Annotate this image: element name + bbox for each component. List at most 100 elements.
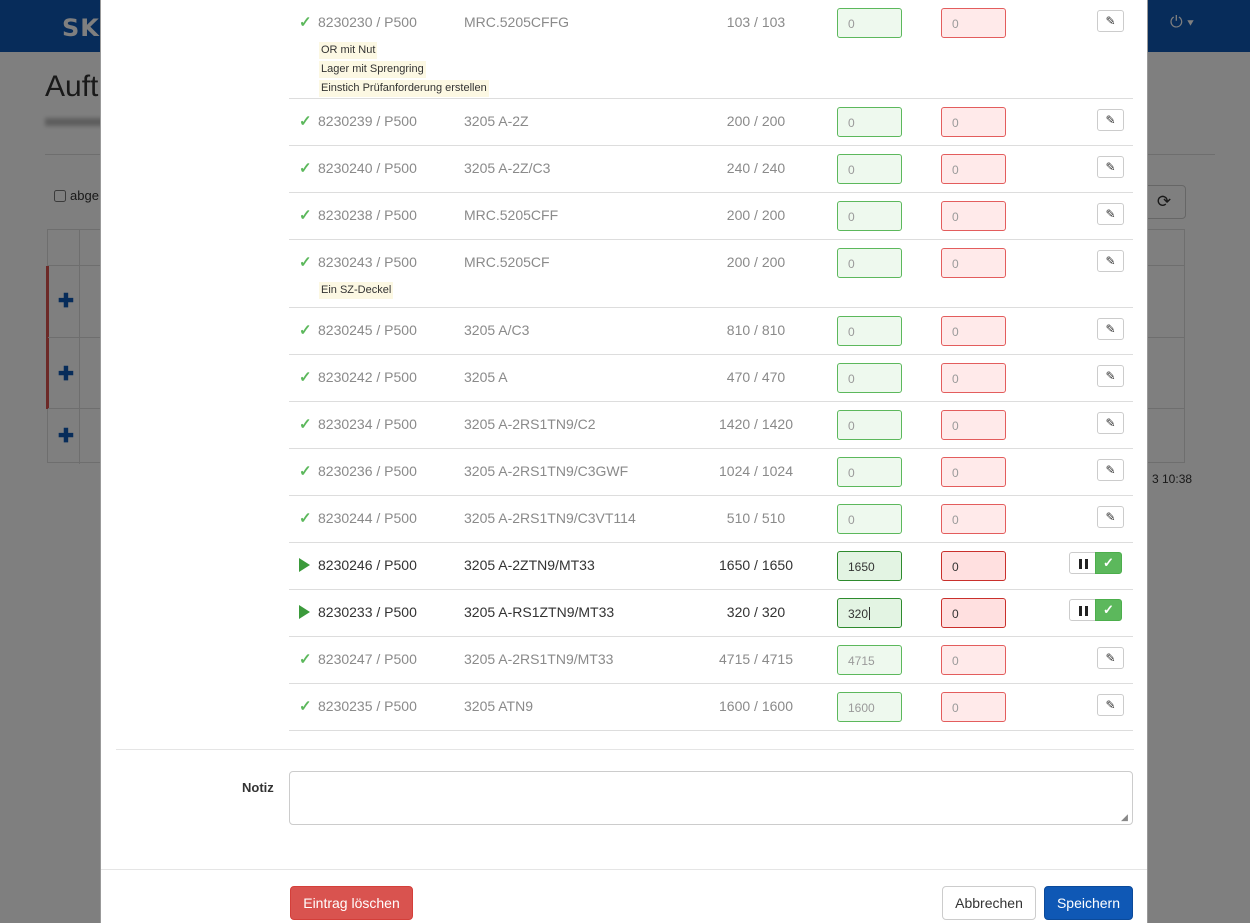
reject-quantity-input[interactable]: 0	[941, 363, 1006, 393]
edit-button[interactable]: ✎	[1097, 250, 1124, 272]
edit-button[interactable]: ✎	[1097, 365, 1124, 387]
quantity: 1600 / 1600	[719, 698, 793, 714]
play-icon	[299, 605, 310, 619]
reject-quantity-input[interactable]: 0	[941, 154, 1006, 184]
order-number: 8230230 / P500	[318, 14, 417, 30]
check-icon: ✓	[299, 14, 312, 31]
edit-button[interactable]: ✎	[1097, 412, 1124, 434]
article-name: 3205 A-2RS1TN9/C3GWF	[464, 463, 629, 479]
good-quantity-input[interactable]: 0	[837, 410, 902, 440]
good-quantity-input[interactable]: 4715	[837, 645, 902, 675]
good-quantity-input[interactable]: 1600	[837, 692, 902, 722]
status-indicator: ✓	[299, 651, 317, 668]
status-indicator: ✓	[299, 254, 317, 271]
quantity: 510 / 510	[726, 510, 786, 526]
edit-button[interactable]: ✎	[1097, 647, 1124, 669]
quantity: 1420 / 1420	[719, 416, 793, 432]
edit-button[interactable]: ✎	[1097, 10, 1124, 32]
good-quantity-input[interactable]: 0	[837, 107, 902, 137]
reject-quantity-input[interactable]: 0	[941, 316, 1006, 346]
pause-button[interactable]	[1069, 599, 1096, 621]
reject-quantity-input[interactable]: 0	[941, 457, 1006, 487]
divider	[116, 749, 1134, 750]
pencil-icon: ✎	[1105, 651, 1116, 665]
reject-quantity-input[interactable]: 0	[941, 8, 1006, 38]
good-quantity-input[interactable]: 0	[837, 504, 902, 534]
resize-grip-icon[interactable]: ◢	[1121, 812, 1131, 822]
good-quantity-input[interactable]: 0	[837, 248, 902, 278]
article-name: 3205 A-2RS1TN9/C3VT114	[464, 510, 636, 526]
reject-quantity-input[interactable]: 0	[941, 410, 1006, 440]
notiz-textarea[interactable]	[289, 771, 1133, 825]
list-item: ✓ 8230238 / P500 MRC.5205CFF 200 / 200 0 0 ✎	[289, 193, 1133, 240]
check-icon: ✓	[299, 113, 312, 130]
quantity: 320 / 320	[726, 604, 786, 620]
article-name: 3205 ATN9	[464, 698, 534, 714]
good-quantity-input[interactable]: 0	[837, 316, 902, 346]
check-icon: ✓	[299, 510, 312, 527]
delete-entry-button[interactable]: Eintrag löschen	[290, 886, 413, 920]
note-tag: Ein SZ-Deckel	[319, 282, 394, 299]
quantity: 200 / 200	[726, 113, 786, 129]
note-tag: Lager mit Sprengring	[319, 61, 426, 78]
edit-button[interactable]: ✎	[1097, 203, 1124, 225]
order-number: 8230242 / P500	[318, 369, 417, 385]
reject-quantity-input[interactable]: 0	[941, 201, 1006, 231]
reject-quantity-input[interactable]: 0	[941, 645, 1006, 675]
list-item: ✓ 8230244 / P500 3205 A-2RS1TN9/C3VT114 510…	[289, 496, 1133, 543]
check-icon: ✓	[1103, 555, 1114, 570]
reject-quantity-input[interactable]: 0	[941, 504, 1006, 534]
reject-quantity-input[interactable]: 0	[941, 598, 1006, 628]
article-name: 3205 A-RS1ZTN9/MT33	[464, 604, 615, 620]
good-quantity-input[interactable]: 0	[837, 154, 902, 184]
article-name: 3205 A/C3	[464, 322, 530, 338]
status-indicator: ✓	[299, 416, 317, 433]
status-indicator: ✓	[299, 463, 317, 480]
list-item: ✓ 8230243 / P500 MRC.5205CF 200 / 200 0 0 ✎ Ein…	[289, 240, 1133, 308]
cancel-button[interactable]: Abbrechen	[942, 886, 1036, 920]
list-item: ✓ 8230234 / P500 3205 A-2RS1TN9/C2 1420 / 1…	[289, 402, 1133, 449]
reject-quantity-input[interactable]: 0	[941, 551, 1006, 581]
list-item: ✓ 8230242 / P500 3205 A 470 / 470 0 0 ✎	[289, 355, 1133, 402]
pencil-icon: ✎	[1105, 254, 1116, 268]
order-number: 8230234 / P500	[318, 416, 417, 432]
edit-button[interactable]: ✎	[1097, 156, 1124, 178]
complete-button[interactable]: ✓	[1095, 599, 1122, 621]
check-icon: ✓	[299, 369, 312, 386]
status-indicator: ✓	[299, 160, 317, 177]
quantity: 470 / 470	[726, 369, 786, 385]
quantity: 200 / 200	[726, 207, 786, 223]
order-number: 8230233 / P500	[318, 604, 417, 620]
article-name: MRC.5205CF	[464, 254, 550, 270]
notiz-label: Notiz	[242, 780, 274, 795]
good-quantity-input[interactable]: 0	[837, 201, 902, 231]
order-number: 8230239 / P500	[318, 113, 417, 129]
list-item: ✓ 8230247 / P500 3205 A-2RS1TN9/MT33 4715 /…	[289, 637, 1133, 684]
good-quantity-input[interactable]: 0	[837, 8, 902, 38]
edit-button[interactable]: ✎	[1097, 459, 1124, 481]
pause-button[interactable]	[1069, 552, 1096, 574]
good-quantity-input[interactable]: 0	[837, 363, 902, 393]
production-rows-list: ✓ 8230230 / P500 MRC.5205CFFG 103 / 103 0 0 ✎ O…	[289, 0, 1133, 731]
quantity: 240 / 240	[726, 160, 786, 176]
save-button[interactable]: Speichern	[1044, 886, 1133, 920]
complete-button[interactable]: ✓	[1095, 552, 1122, 574]
article-name: MRC.5205CFF	[464, 207, 559, 223]
edit-button[interactable]: ✎	[1097, 318, 1124, 340]
order-number: 8230247 / P500	[318, 651, 417, 667]
edit-button[interactable]: ✎	[1097, 109, 1124, 131]
list-item: 8230233 / P500 3205 A-RS1ZTN9/MT33 320 / 3…	[289, 590, 1133, 637]
good-quantity-input[interactable]: 1650	[837, 551, 902, 581]
good-quantity-input[interactable]: 0	[837, 457, 902, 487]
reject-quantity-input[interactable]: 0	[941, 248, 1006, 278]
edit-button[interactable]: ✎	[1097, 694, 1124, 716]
list-item: ✓ 8230230 / P500 MRC.5205CFFG 103 / 103 0 0 ✎ O…	[289, 0, 1133, 99]
status-indicator: ✓	[299, 698, 317, 715]
good-quantity-input[interactable]: 320	[837, 598, 902, 628]
reject-quantity-input[interactable]: 0	[941, 692, 1006, 722]
note-tag: OR mit Nut	[319, 42, 378, 59]
article-name: 3205 A-2Z	[464, 113, 529, 129]
edit-button[interactable]: ✎	[1097, 506, 1124, 528]
order-number: 8230235 / P500	[318, 698, 417, 714]
reject-quantity-input[interactable]: 0	[941, 107, 1006, 137]
